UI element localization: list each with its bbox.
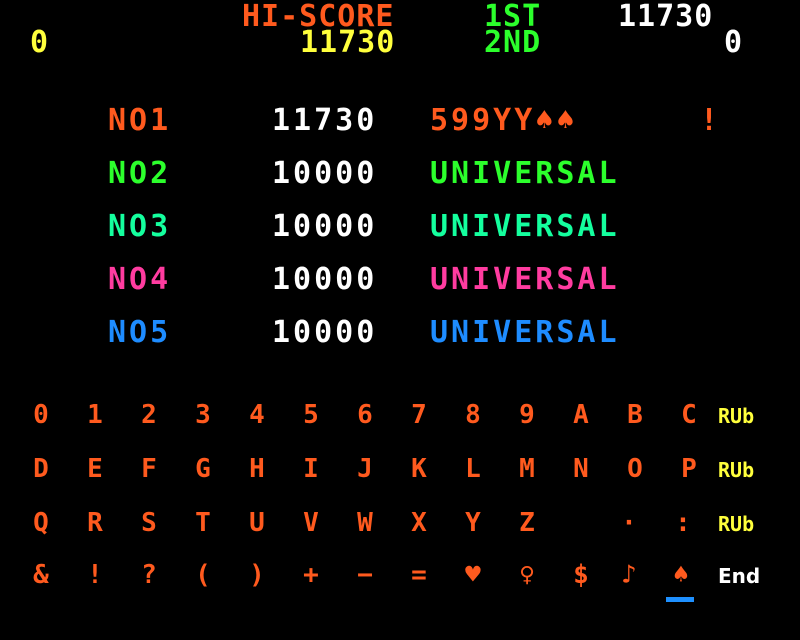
rank-score: 10000 [272, 315, 378, 350]
key-o[interactable]: O [612, 456, 658, 482]
key-5[interactable]: 5 [288, 402, 334, 428]
key-7[interactable]: 7 [396, 402, 442, 428]
rank-score: 10000 [272, 262, 378, 297]
rank-score: 10000 [272, 209, 378, 244]
selection-cursor [666, 597, 694, 602]
key-equals[interactable]: = [396, 562, 442, 588]
key-r[interactable]: R [72, 510, 118, 536]
rub-button[interactable]: RUb [718, 514, 754, 534]
second-player-label: 2ND [484, 25, 542, 60]
key-b[interactable]: B [612, 402, 658, 428]
key-j[interactable]: J [342, 456, 388, 482]
key-x[interactable]: X [396, 510, 442, 536]
key-0[interactable]: 0 [18, 402, 64, 428]
key-u[interactable]: U [234, 510, 280, 536]
rank-name: UNIVERSAL [430, 315, 620, 350]
key-colon[interactable]: : [660, 510, 706, 536]
key-y[interactable]: Y [450, 510, 496, 536]
rub-button[interactable]: RUb [718, 406, 754, 426]
key-question[interactable]: ? [126, 562, 172, 588]
key-open-paren[interactable]: ( [180, 562, 226, 588]
key-w[interactable]: W [342, 510, 388, 536]
rank-score: 11730 [272, 103, 378, 138]
heart-icon[interactable]: ♥ [450, 562, 496, 588]
key-d[interactable]: D [18, 456, 64, 482]
key-v[interactable]: V [288, 510, 334, 536]
player2-score: 0 [724, 25, 744, 60]
key-g[interactable]: G [180, 456, 226, 482]
invader-icon[interactable]: ♠ [658, 562, 704, 588]
rank-name: UNIVERSAL [430, 262, 620, 297]
key-k[interactable]: K [396, 456, 442, 482]
key-l[interactable]: L [450, 456, 496, 482]
key-9[interactable]: 9 [504, 402, 550, 428]
rank-label: NO3 [108, 209, 172, 244]
key-m[interactable]: M [504, 456, 550, 482]
key-p[interactable]: P [666, 456, 712, 482]
key-plus[interactable]: + [288, 562, 334, 588]
rub-button[interactable]: RUb [718, 460, 754, 480]
end-button[interactable]: End [718, 566, 760, 586]
key-exclamation[interactable]: ! [72, 562, 118, 588]
key-period[interactable]: · [606, 510, 652, 536]
key-close-paren[interactable]: ) [234, 562, 280, 588]
key-q[interactable]: Q [18, 510, 64, 536]
key-3[interactable]: 3 [180, 402, 226, 428]
rank-label: NO4 [108, 262, 172, 297]
key-z[interactable]: Z [504, 510, 550, 536]
key-8[interactable]: 8 [450, 402, 496, 428]
key-s[interactable]: S [126, 510, 172, 536]
rank-label: NO1 [108, 103, 172, 138]
player1-score: 0 [30, 25, 50, 60]
key-4[interactable]: 4 [234, 402, 280, 428]
rank-name: UNIVERSAL [430, 156, 620, 191]
key-ampersand[interactable]: & [18, 562, 64, 588]
key-h[interactable]: H [234, 456, 280, 482]
rank-label: NO5 [108, 315, 172, 350]
rank-extra: ! [700, 103, 722, 138]
music-note-icon[interactable]: ♪ [606, 562, 652, 588]
hiscore-value: 11730 [300, 25, 396, 60]
female-symbol-icon[interactable]: ♀ [504, 562, 550, 588]
rank-label: NO2 [108, 156, 172, 191]
key-6[interactable]: 6 [342, 402, 388, 428]
key-1[interactable]: 1 [72, 402, 118, 428]
rank-name: 599YY♠♠ [430, 103, 578, 138]
dollar-icon[interactable]: $ [558, 562, 604, 588]
key-a[interactable]: A [558, 402, 604, 428]
key-t[interactable]: T [180, 510, 226, 536]
key-c[interactable]: C [666, 402, 712, 428]
rank-name: UNIVERSAL [430, 209, 620, 244]
key-e[interactable]: E [72, 456, 118, 482]
key-f[interactable]: F [126, 456, 172, 482]
key-2[interactable]: 2 [126, 402, 172, 428]
first-player-hiscore: 11730 [618, 0, 714, 34]
key-minus[interactable]: − [342, 562, 388, 588]
key-i[interactable]: I [288, 456, 334, 482]
rank-score: 10000 [272, 156, 378, 191]
key-n[interactable]: N [558, 456, 604, 482]
